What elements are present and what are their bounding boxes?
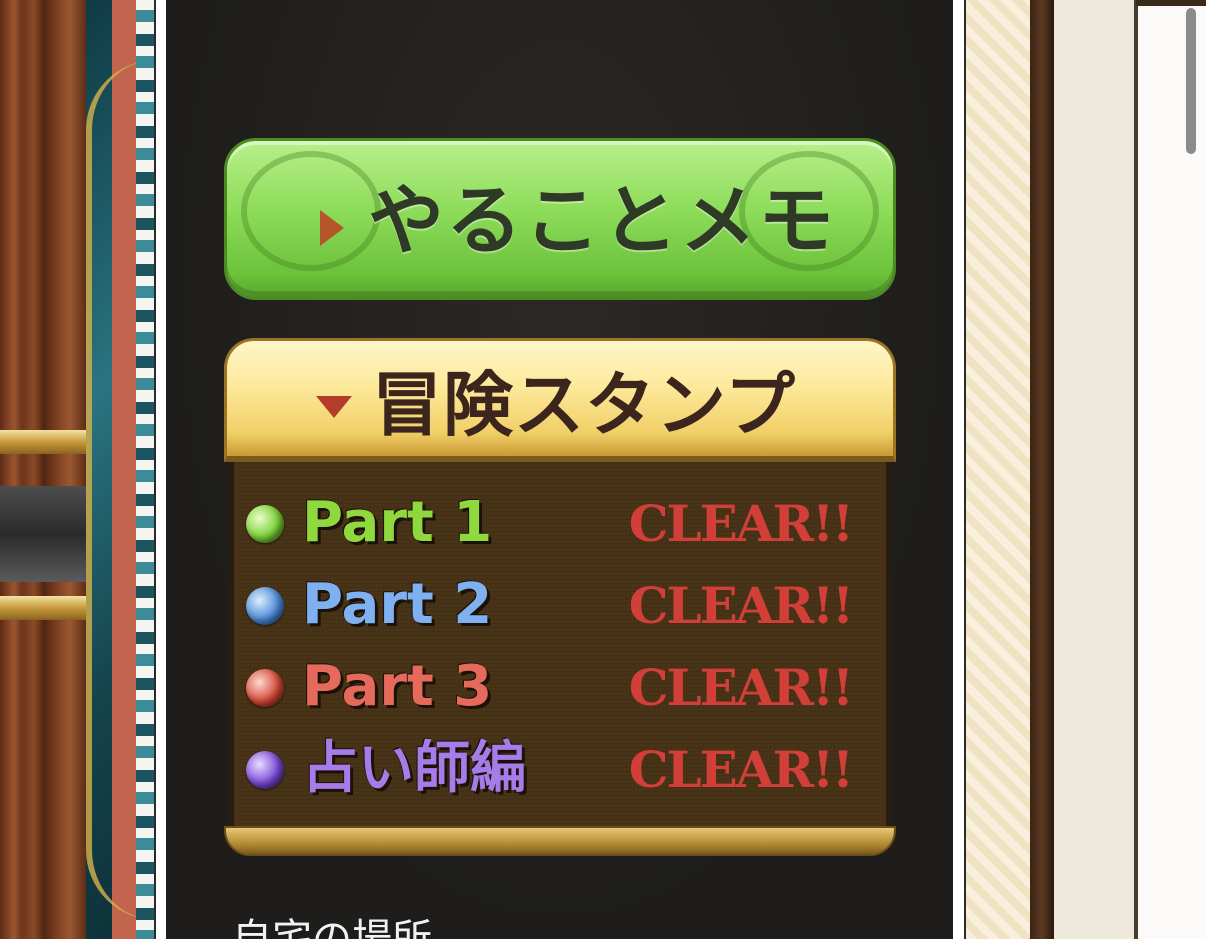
ornate-diamond-strip <box>136 0 154 939</box>
stamp-row-label: Part 2 <box>302 572 493 637</box>
scroll-ornament-icon <box>241 151 381 271</box>
spine-dark-band <box>0 486 86 582</box>
book-spine <box>0 0 86 939</box>
page-margin <box>1054 0 1136 939</box>
stamp-row-part1: Part 1 CLEAR!! <box>244 488 864 558</box>
stamp-row-label: Part 3 <box>302 654 493 719</box>
home-location-heading: 自宅の場所 <box>232 916 432 939</box>
stamp-row-label: Part 1 <box>302 490 493 555</box>
stamp-row-fortune-teller: 占い師編 CLEAR!! <box>244 734 864 804</box>
spine-gold-band <box>0 596 86 620</box>
todo-memo-label: やることメモ <box>368 176 836 265</box>
red-orb-icon <box>246 669 284 707</box>
game-screen: やることメモ 冒険スタンプ Part 1 CLEAR!! Part 2 CLEA… <box>0 0 1206 939</box>
spine-gold-band <box>0 430 86 454</box>
stamp-row-part3: Part 3 CLEAR!! <box>244 652 864 722</box>
scrollbar-thumb[interactable] <box>1186 8 1196 154</box>
triangle-right-icon <box>320 210 344 246</box>
clear-status: CLEAR!! <box>628 658 854 717</box>
triangle-down-icon <box>316 396 352 418</box>
stamp-list-footer <box>224 826 896 856</box>
stamp-row-label: 占い師編 <box>302 736 526 801</box>
blue-orb-icon <box>246 587 284 625</box>
wood-frame <box>1030 0 1054 939</box>
clear-status: CLEAR!! <box>628 494 854 553</box>
adventure-stamp-title: 冒険スタンプ <box>372 364 796 446</box>
clear-status: CLEAR!! <box>628 740 854 799</box>
green-orb-icon <box>246 505 284 543</box>
stamp-row-part2: Part 2 CLEAR!! <box>244 570 864 640</box>
parchment-border <box>966 0 1032 939</box>
window-top-edge <box>1136 0 1206 6</box>
clear-status: CLEAR!! <box>628 576 854 635</box>
purple-orb-icon <box>246 751 284 789</box>
